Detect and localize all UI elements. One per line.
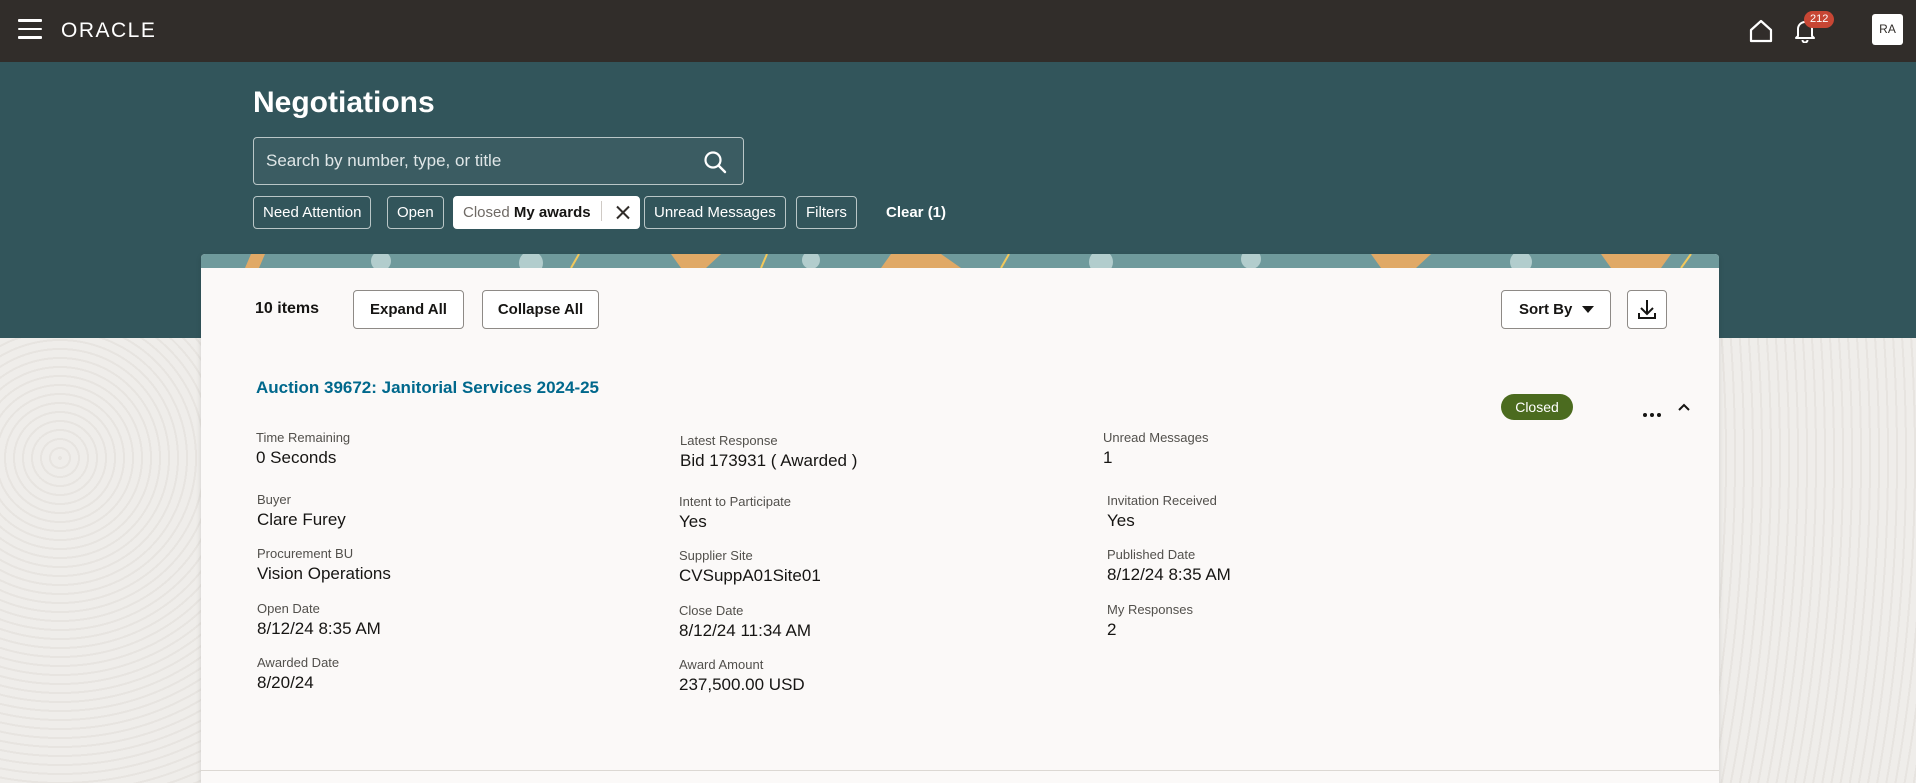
field-label: Intent to Participate bbox=[679, 494, 792, 509]
search-icon[interactable] bbox=[703, 150, 727, 174]
field-awarded-date: Awarded Date 8/20/24 bbox=[257, 655, 339, 693]
field-value: Yes bbox=[679, 512, 707, 531]
field-label: Buyer bbox=[257, 492, 291, 507]
results-card: 10 items Expand All Collapse All Sort By… bbox=[201, 254, 1719, 783]
expand-all-button[interactable]: Expand All bbox=[353, 290, 464, 329]
download-button[interactable] bbox=[1627, 290, 1667, 329]
row-divider bbox=[201, 770, 1719, 771]
field-award-amount: Award Amount 237,500.00 USD bbox=[679, 657, 805, 695]
field-value: CVSuppA01Site01 bbox=[679, 566, 821, 585]
filter-closed-my-awards[interactable]: Closed My awards bbox=[453, 196, 640, 229]
field-value: 0 Seconds bbox=[256, 448, 337, 467]
field-value: 237,500.00 USD bbox=[679, 675, 805, 694]
more-actions-icon[interactable] bbox=[1643, 404, 1665, 417]
clear-filters-link[interactable]: Clear (1) bbox=[886, 196, 946, 229]
filter-closed-label: Closed bbox=[463, 204, 510, 221]
field-label: Time Remaining bbox=[256, 430, 351, 445]
download-icon bbox=[1638, 300, 1656, 319]
field-value: 8/20/24 bbox=[257, 673, 314, 692]
global-header: ORACLE 212 RA bbox=[0, 0, 1916, 62]
negotiation-title-link[interactable]: Auction 39672: Janitorial Services 2024-… bbox=[256, 378, 599, 398]
filter-closed-value: My awards bbox=[513, 204, 591, 221]
menu-icon[interactable] bbox=[18, 19, 42, 39]
home-icon[interactable] bbox=[1748, 18, 1774, 44]
items-count: 10 items bbox=[255, 300, 320, 317]
field-label: Supplier Site bbox=[679, 548, 753, 563]
field-label: Open Date bbox=[257, 601, 320, 616]
field-value: Bid 173931 ( Awarded ) bbox=[680, 451, 858, 470]
field-value: Vision Operations bbox=[257, 564, 391, 583]
close-icon[interactable] bbox=[616, 205, 630, 219]
search-input[interactable] bbox=[266, 138, 686, 184]
field-value: 8/12/24 8:35 AM bbox=[257, 619, 381, 638]
sort-by-label: Sort By bbox=[1519, 301, 1573, 318]
collapse-all-button[interactable]: Collapse All bbox=[482, 290, 599, 329]
notifications-count-badge: 212 bbox=[1804, 11, 1835, 28]
field-label: Procurement BU bbox=[257, 546, 354, 561]
field-label: Latest Response bbox=[680, 433, 778, 448]
decorative-banner bbox=[201, 254, 1719, 268]
field-label: Published Date bbox=[1107, 547, 1196, 562]
field-value: Yes bbox=[1107, 511, 1135, 530]
field-value: 1 bbox=[1103, 448, 1113, 467]
field-latest-response: Latest Response Bid 173931 ( Awarded ) bbox=[680, 433, 857, 471]
filter-need-attention[interactable]: Need Attention bbox=[253, 196, 372, 229]
field-label: Award Amount bbox=[679, 657, 764, 672]
field-label: Awarded Date bbox=[257, 655, 340, 670]
filters-button[interactable]: Filters bbox=[796, 196, 857, 229]
field-label: My Responses bbox=[1107, 602, 1193, 617]
caret-down-icon bbox=[1582, 306, 1594, 313]
field-intent-to-participate: Intent to Participate Yes bbox=[679, 494, 791, 532]
field-unread-messages: Unread Messages 1 bbox=[1103, 430, 1209, 468]
field-label: Invitation Received bbox=[1107, 493, 1217, 508]
field-label: Unread Messages bbox=[1103, 430, 1209, 445]
chevron-up-icon[interactable] bbox=[1677, 402, 1691, 412]
field-invitation-received: Invitation Received Yes bbox=[1107, 493, 1217, 531]
field-value: 8/12/24 8:35 AM bbox=[1107, 565, 1231, 584]
oracle-logo: ORACLE bbox=[61, 19, 157, 42]
field-my-responses: My Responses 2 bbox=[1107, 602, 1193, 640]
field-value: Clare Furey bbox=[257, 510, 346, 529]
field-open-date: Open Date 8/12/24 8:35 AM bbox=[257, 601, 381, 639]
field-published-date: Published Date 8/12/24 8:35 AM bbox=[1107, 547, 1231, 585]
user-avatar[interactable]: RA bbox=[1872, 14, 1903, 45]
field-label: Close Date bbox=[679, 603, 744, 618]
status-badge: Closed bbox=[1501, 394, 1573, 420]
field-time-remaining: Time Remaining 0 Seconds bbox=[256, 430, 350, 468]
field-close-date: Close Date 8/12/24 11:34 AM bbox=[679, 603, 811, 641]
filter-unread-messages[interactable]: Unread Messages bbox=[644, 196, 786, 229]
search-box bbox=[253, 137, 744, 185]
field-value: 8/12/24 11:34 AM bbox=[679, 621, 812, 640]
field-procurement-bu: Procurement BU Vision Operations bbox=[257, 546, 391, 584]
page-title: Negotiations bbox=[253, 86, 435, 119]
filter-open[interactable]: Open bbox=[387, 196, 444, 229]
field-value: 2 bbox=[1107, 620, 1117, 639]
chip-divider bbox=[600, 201, 602, 221]
sort-by-button[interactable]: Sort By bbox=[1501, 290, 1611, 329]
field-supplier-site: Supplier Site CVSuppA01Site01 bbox=[679, 548, 821, 586]
field-buyer: Buyer Clare Furey bbox=[257, 492, 346, 530]
